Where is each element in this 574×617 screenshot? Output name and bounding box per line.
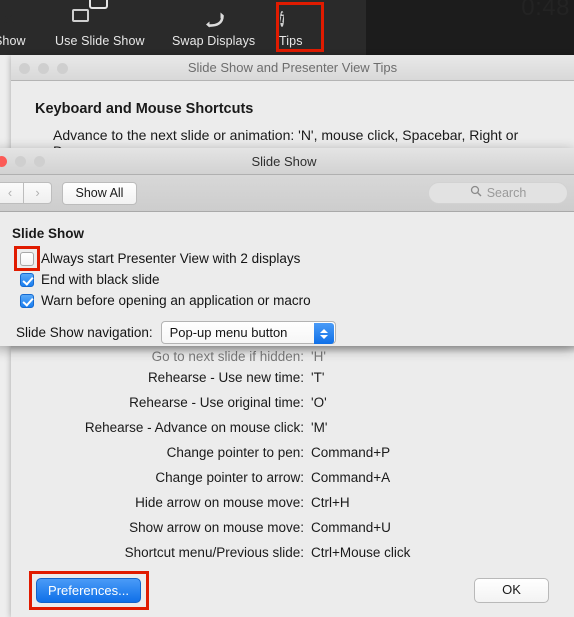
preferences-button[interactable]: Preferences...	[36, 578, 141, 603]
shortcut-key-label: Rehearse - Use original time:	[129, 395, 304, 410]
forward-arrow-icon[interactable]: ›	[24, 182, 52, 204]
shortcut-value: Command+P	[311, 445, 391, 460]
info-circle-icon: i	[279, 10, 285, 27]
shortcut-key-label: Show arrow on mouse move:	[129, 520, 304, 535]
shortcut-key-label: Rehearse - Advance on mouse click:	[84, 420, 304, 435]
preferences-section-heading: Slide Show	[12, 226, 85, 241]
preferences-titlebar: Slide Show	[0, 148, 574, 175]
preferences-body: Slide Show Always start Presenter View w…	[0, 212, 574, 344]
preferences-nav-buttons[interactable]: ‹ ›	[0, 182, 52, 204]
back-arrow-icon[interactable]: ‹	[0, 182, 24, 204]
preferences-minimize-button[interactable]	[15, 156, 26, 167]
shortcut-key-label: Hide arrow on mouse move:	[135, 495, 304, 510]
search-icon	[470, 184, 482, 202]
chevron-updown-icon[interactable]	[313, 323, 334, 344]
preferences-traffic-lights[interactable]	[0, 156, 45, 167]
shortcut-key-label: Go to next slide if hidden:	[151, 348, 304, 364]
preferences-toolbar: ‹ › Show All Search	[0, 175, 574, 212]
shortcut-row: Shortcut menu/Previous slide: Ctrl+Mouse …	[11, 540, 574, 565]
close-circle-icon	[0, 9, 21, 31]
shortcut-value: Ctrl+Mouse click	[311, 545, 411, 560]
slide-show-navigation-label: Slide Show navigation:	[16, 325, 153, 340]
shortcut-key-label: Rehearse - Use new time:	[147, 370, 304, 385]
slide-show-navigation-value: Pop-up menu button	[169, 325, 288, 340]
preferences-close-button[interactable]	[0, 156, 7, 167]
toolbar-item-tips-label: Tips	[279, 33, 303, 48]
tips-window-titlebar: Slide Show and Presenter View Tips	[11, 55, 574, 81]
tips-minimize-button[interactable]	[38, 63, 49, 74]
show-all-button[interactable]: Show All	[62, 182, 137, 205]
shortcut-row: Rehearse - Use new time: 'T'	[11, 365, 574, 390]
shortcut-row: Hide arrow on mouse move: Ctrl+H	[11, 490, 574, 515]
checkbox-checked-icon[interactable]	[20, 272, 34, 287]
ok-button[interactable]: OK	[474, 578, 549, 603]
search-field[interactable]: Search	[428, 182, 568, 204]
slideshow-windows-icon	[71, 0, 111, 31]
presenter-toolbar: 0:48 Show Use Slide Show	[0, 0, 574, 55]
presenter-clock: 0:48	[521, 0, 570, 21]
toolbar-item-end-show[interactable]: Show	[0, 4, 26, 52]
toolbar-item-swap-displays-label: Swap Displays	[172, 33, 256, 48]
shortcut-row: Show arrow on mouse move: Command+U	[11, 515, 574, 540]
shortcut-row: Change pointer to arrow: Command+A	[11, 465, 574, 490]
slide-show-navigation-row: Slide Show navigation: Pop-up menu butto…	[16, 321, 574, 344]
preference-checkbox-row[interactable]: Warn before opening an application or ma…	[20, 290, 574, 311]
toolbar-item-tips[interactable]: i Tips	[279, 4, 303, 52]
preferences-zoom-button[interactable]	[34, 156, 45, 167]
search-placeholder: Search	[486, 186, 527, 200]
checkbox-checked-icon[interactable]	[20, 293, 34, 308]
toolbar-item-use-slide-show-label: Use Slide Show	[55, 33, 145, 48]
shortcut-row: Rehearse - Advance on mouse click: 'M'	[11, 415, 574, 440]
shortcut-value: 'O'	[311, 395, 327, 410]
shortcut-row: Rehearse - Use original time: 'O'	[11, 390, 574, 415]
preference-checkbox-row[interactable]: Always start Presenter View with 2 displ…	[20, 248, 574, 269]
shortcut-row: Change pointer to pen: Command+P	[11, 440, 574, 465]
checkbox-unchecked-icon[interactable]	[20, 251, 34, 266]
tips-window-title: Slide Show and Presenter View Tips	[187, 60, 398, 75]
preference-checkbox-label: Warn before opening an application or ma…	[41, 293, 311, 308]
preference-checkbox-label: Always start Presenter View with 2 displ…	[41, 251, 301, 266]
swap-arrows-icon	[203, 9, 225, 31]
preference-checkbox-label: End with black slide	[41, 272, 160, 287]
slide-show-preferences-window: Slide Show ‹ › Show All Search Slide Sho…	[0, 148, 574, 346]
shortcut-value: Ctrl+H	[311, 495, 350, 510]
preference-checkbox-row[interactable]: End with black slide	[20, 269, 574, 290]
shortcut-value: 'T'	[311, 370, 325, 385]
tips-close-button[interactable]	[19, 63, 30, 74]
tips-zoom-button[interactable]	[57, 63, 68, 74]
shortcut-value: 'M'	[311, 420, 328, 435]
shortcut-key-label: Shortcut menu/Previous slide:	[124, 545, 304, 560]
shortcuts-list: Go to next slide if hidden: 'H' Rehearse -…	[11, 345, 574, 567]
shortcut-value: 'H'	[311, 348, 326, 364]
tips-window-footer: Preferences... OK	[11, 567, 574, 617]
tips-traffic-lights[interactable]	[19, 63, 68, 74]
toolbar-item-swap-displays[interactable]: Swap Displays	[172, 4, 255, 52]
tips-section-heading: Keyboard and Mouse Shortcuts	[35, 101, 254, 117]
shortcut-value: Command+A	[311, 470, 391, 485]
screen-root: 0:48 Show Use Slide Show	[0, 0, 574, 617]
toolbar-item-end-show-label: Show	[0, 33, 26, 48]
slide-show-navigation-select[interactable]: Pop-up menu button	[160, 321, 336, 344]
shortcut-key-label: Change pointer to arrow:	[155, 470, 304, 485]
shortcut-key-label: Change pointer to pen:	[166, 445, 304, 460]
shortcut-value: Command+U	[311, 520, 391, 535]
shortcut-row: Go to next slide if hidden: 'H'	[11, 347, 574, 365]
toolbar-item-use-slide-show[interactable]: Use Slide Show	[55, 0, 145, 52]
preferences-window-title: Slide Show	[251, 154, 317, 169]
